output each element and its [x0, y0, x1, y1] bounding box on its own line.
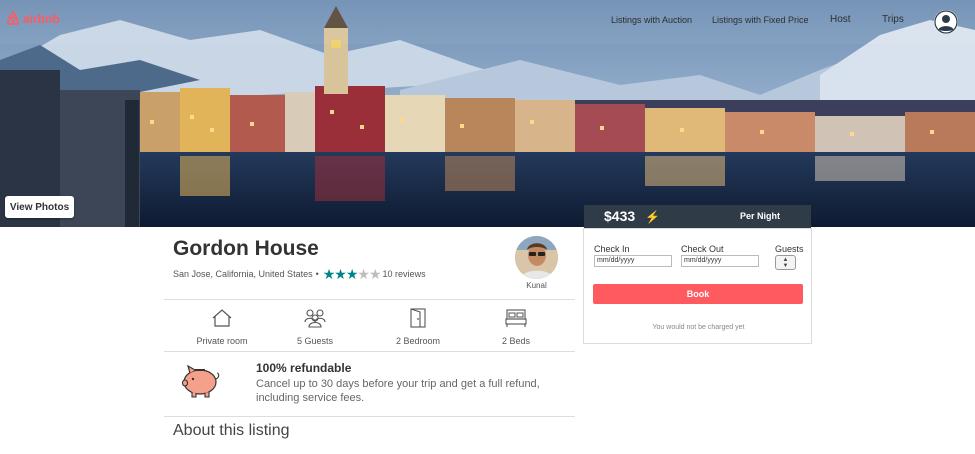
instant-book-icon: ⚡ [645, 210, 660, 224]
nav-listings-auction[interactable]: Listings with Auction [611, 15, 692, 25]
amenity-label: Private room [196, 336, 248, 346]
refund-title: 100% refundable [256, 361, 352, 375]
view-photos-button[interactable]: View Photos [5, 196, 74, 218]
piggy-bank-icon [181, 364, 220, 398]
charge-note: You would not be charged yet [652, 324, 745, 331]
bed-icon [505, 309, 527, 327]
amenity-bedroom: 2 Bedroom [373, 308, 463, 346]
divider [164, 299, 575, 300]
listing-subline: San Jose, California, United States • ★ ★… [173, 266, 426, 282]
door-icon [410, 308, 426, 328]
check-in-label: Check In [594, 244, 630, 254]
refund-description: Cancel up to 30 days before your trip an… [256, 378, 540, 404]
divider [164, 416, 575, 417]
check-out-label: Check Out [681, 244, 724, 254]
check-in-input[interactable]: mm/dd/yyyy [594, 255, 672, 267]
amenity-private-room: Private room [177, 308, 267, 346]
user-icon [934, 10, 958, 34]
nightly-price: $433 [604, 208, 636, 224]
rating-stars: ★ ★ ★ ★ ★ [323, 266, 382, 282]
price-header: $433 ⚡ Per Night [584, 205, 811, 228]
about-heading: About this listing [173, 422, 290, 439]
select-arrows-icon: ▲ ▼ [782, 257, 789, 269]
user-avatar[interactable] [934, 10, 958, 34]
guests-label: Guests [775, 244, 804, 254]
guests-select[interactable]: ▲ ▼ [775, 255, 796, 270]
amenity-beds: 2 Beds [471, 308, 561, 346]
separator-dot: • [315, 269, 319, 279]
listing-location: San Jose, California, United States [173, 269, 313, 279]
nav-listings-fixed-price[interactable]: Listings with Fixed Price [712, 15, 809, 25]
airbnb-belo-icon [7, 11, 19, 26]
amenity-label: 5 Guests [296, 336, 334, 346]
nav-host[interactable]: Host [830, 14, 851, 25]
review-count[interactable]: 10 reviews [383, 269, 426, 279]
booking-card: Check In Check Out Guests mm/dd/yyyy mm/… [583, 228, 812, 344]
house-icon [212, 309, 232, 327]
amenity-label: 2 Beds [501, 336, 531, 346]
check-out-input[interactable]: mm/dd/yyyy [681, 255, 759, 267]
divider [164, 351, 575, 352]
top-navigation: airbnb Listings with Auction Listings wi… [0, 0, 975, 44]
nav-trips[interactable]: Trips [882, 14, 904, 25]
amenity-label: 2 Bedroom [395, 336, 441, 346]
host-portrait [515, 236, 558, 279]
listing-title: Gordon House [173, 237, 319, 260]
host-avatar[interactable] [515, 236, 558, 279]
brand-name: airbnb [23, 11, 60, 26]
host-name: Kunal [526, 281, 547, 290]
amenity-guests: 5 Guests [270, 308, 360, 346]
hero-banner: airbnb Listings with Auction Listings wi… [0, 0, 975, 227]
book-button[interactable]: Book [593, 284, 803, 304]
per-night-label: Per Night [740, 211, 781, 221]
guests-icon [304, 309, 326, 328]
star-empty-icon: ★ [368, 266, 382, 282]
airbnb-logo[interactable]: airbnb [6, 11, 60, 26]
